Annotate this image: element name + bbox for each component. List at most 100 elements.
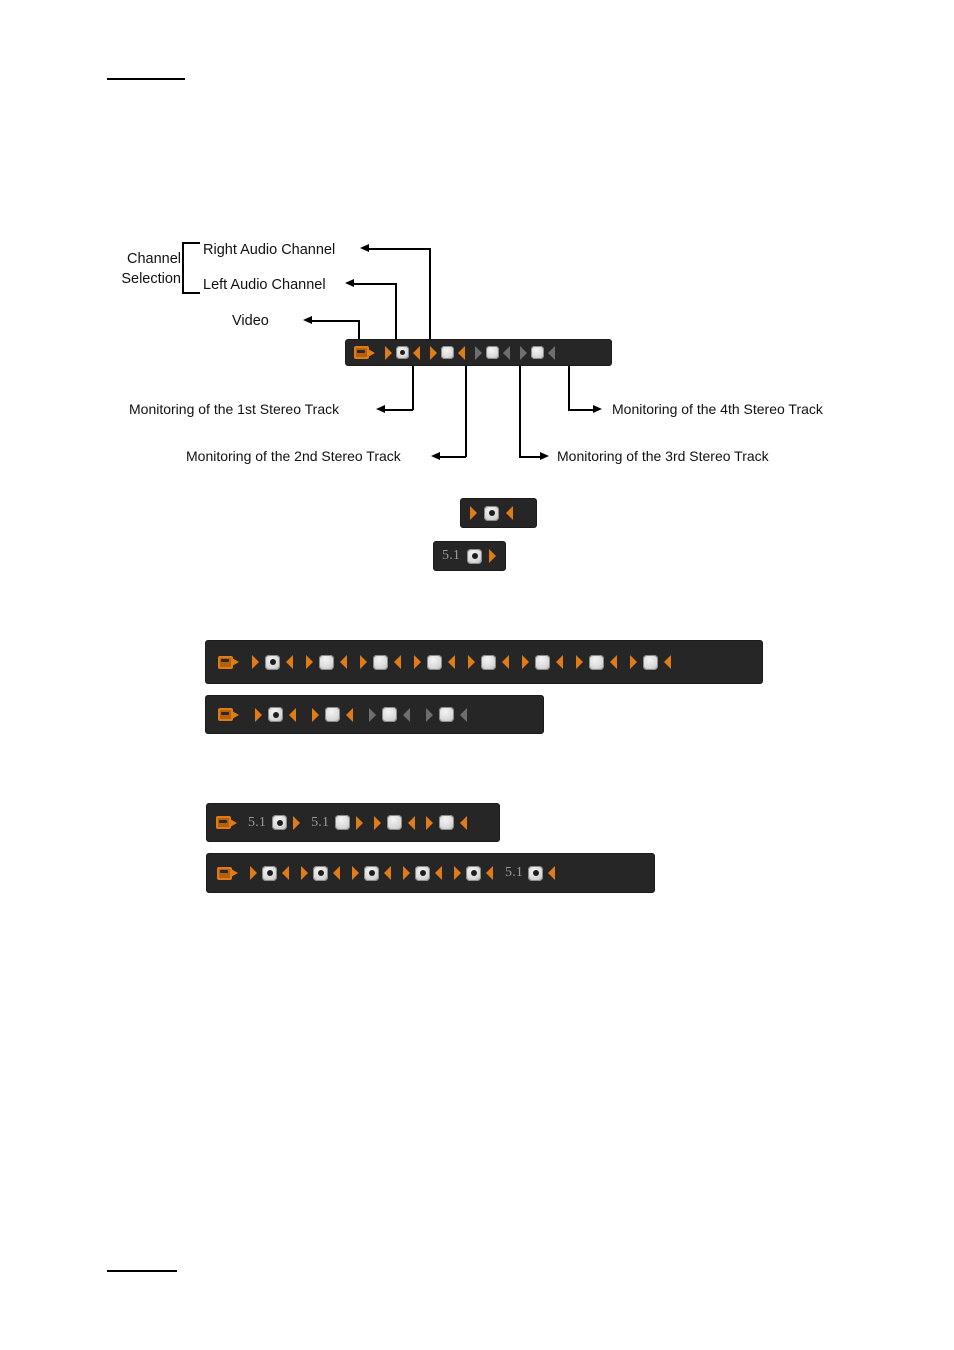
camcorder-icon[interactable] — [216, 816, 237, 829]
monitor-toggle-button[interactable] — [643, 654, 658, 670]
stereo-monitor-group[interactable] — [255, 707, 296, 722]
monitor-toggle-button[interactable] — [439, 815, 455, 830]
monitor-toggle-button[interactable] — [319, 654, 334, 670]
speaker-left-icon[interactable] — [403, 866, 410, 880]
speaker-left-icon[interactable] — [468, 655, 475, 669]
monitor-toggle-button[interactable] — [364, 865, 379, 881]
four-stereo-track-toolbar[interactable] — [206, 696, 543, 733]
speaker-left-icon[interactable] — [293, 815, 301, 830]
speaker-left-icon[interactable] — [576, 655, 583, 669]
monitor-toggle-button[interactable] — [466, 865, 481, 881]
speaker-right-icon[interactable] — [286, 655, 293, 669]
monitor-toggle-button[interactable] — [382, 707, 397, 722]
monitor-toggle-button[interactable] — [262, 865, 277, 881]
speaker-left-icon[interactable] — [426, 707, 433, 722]
monitor-toggle-button[interactable] — [535, 654, 550, 670]
speaker-left-icon[interactable] — [430, 345, 437, 360]
camcorder-icon[interactable] — [218, 708, 239, 721]
monitor-toggle-button[interactable] — [589, 654, 604, 670]
speaker-left-icon[interactable] — [385, 345, 392, 360]
monitor-toggle-button[interactable] — [528, 865, 544, 881]
speaker-left-icon[interactable] — [414, 655, 421, 669]
speaker-right-icon[interactable] — [448, 655, 455, 669]
surround-monitor-group[interactable]: 5.1 — [311, 815, 364, 831]
stereo-and-51-toolbar[interactable]: 5.1 — [207, 854, 654, 892]
speaker-right-icon[interactable] — [384, 866, 391, 880]
speaker-right-icon[interactable] — [394, 655, 401, 669]
speaker-left-icon[interactable] — [470, 506, 477, 520]
stereo-monitor-group[interactable] — [414, 654, 455, 670]
stereo-monitor-group[interactable] — [426, 815, 468, 830]
speaker-left-icon[interactable] — [306, 655, 313, 669]
eight-stereo-track-toolbar[interactable] — [206, 641, 762, 683]
speaker-right-icon[interactable] — [333, 866, 340, 880]
stereo-monitor-group[interactable] — [360, 654, 401, 670]
speaker-right-icon[interactable] — [289, 707, 296, 722]
speaker-right-icon[interactable] — [548, 345, 555, 360]
stereo-monitor-group[interactable] — [352, 865, 391, 881]
stereo-monitor-group[interactable] — [454, 865, 493, 881]
speaker-right-icon[interactable] — [664, 655, 671, 669]
camcorder-icon[interactable] — [218, 655, 239, 669]
monitor-toggle-button[interactable] — [484, 505, 499, 521]
monitor-toggle-button[interactable] — [439, 707, 454, 722]
monitor-toggle-button[interactable] — [481, 654, 496, 670]
stereo-monitor-group[interactable] — [369, 707, 410, 722]
stereo-monitor-group[interactable] — [630, 654, 671, 670]
stereo-monitor-group[interactable] — [576, 654, 617, 670]
speaker-left-icon[interactable] — [475, 345, 482, 360]
speaker-right-icon[interactable] — [282, 866, 289, 880]
speaker-right-icon[interactable] — [548, 866, 556, 880]
stereo-monitor-group[interactable] — [522, 654, 563, 670]
speaker-left-icon[interactable] — [360, 655, 367, 669]
speaker-left-icon[interactable] — [374, 815, 382, 830]
monitor-toggle-button[interactable] — [325, 707, 340, 722]
stereo-monitor-group[interactable] — [374, 815, 416, 830]
surround-monitor-group[interactable]: 5.1 — [505, 865, 556, 881]
speaker-left-icon[interactable] — [250, 866, 257, 880]
speaker-right-icon[interactable] — [403, 707, 410, 722]
speaker-left-icon[interactable] — [630, 655, 637, 669]
monitor-toggle-button[interactable] — [415, 865, 430, 881]
speaker-left-icon[interactable] — [301, 866, 308, 880]
speaker-left-icon[interactable] — [252, 655, 259, 669]
speaker-left-icon[interactable] — [255, 707, 262, 722]
stereo-monitor-group[interactable] — [520, 345, 555, 360]
stereo-monitor-group[interactable] — [475, 345, 510, 360]
speaker-left-icon[interactable] — [356, 815, 364, 830]
speaker-right-icon[interactable] — [610, 655, 617, 669]
monitor-toggle-button[interactable] — [396, 346, 409, 359]
single-51-group-sample[interactable]: 5.1 — [434, 542, 505, 570]
speaker-right-icon[interactable] — [556, 655, 563, 669]
speaker-left-icon[interactable] — [369, 707, 376, 722]
monitor-toggle-button[interactable] — [272, 815, 288, 830]
speaker-right-icon[interactable] — [460, 815, 468, 830]
speaker-right-icon[interactable] — [458, 345, 465, 360]
speaker-right-icon[interactable] — [506, 506, 513, 520]
stereo-monitor-group[interactable] — [468, 654, 509, 670]
monitor-toggle-button[interactable] — [313, 865, 328, 881]
monitor-toggle-button[interactable] — [441, 346, 454, 359]
speaker-left-icon[interactable] — [312, 707, 319, 722]
speaker-right-icon[interactable] — [408, 815, 416, 830]
51-and-stereo-toolbar[interactable]: 5.1 5.1 — [207, 804, 499, 841]
monitor-toggle-button[interactable] — [531, 346, 544, 359]
surround-monitor-group[interactable]: 5.1 — [442, 548, 497, 564]
stereo-monitor-group[interactable] — [306, 654, 347, 670]
speaker-right-icon[interactable] — [435, 866, 442, 880]
monitor-toggle-button[interactable] — [335, 815, 351, 830]
speaker-right-icon[interactable] — [486, 866, 493, 880]
speaker-left-icon[interactable] — [454, 866, 461, 880]
monitor-toggle-button[interactable] — [265, 654, 280, 670]
monitor-toggle-button[interactable] — [268, 707, 283, 722]
speaker-left-icon[interactable] — [522, 655, 529, 669]
stereo-monitor-group[interactable] — [403, 865, 442, 881]
stereo-monitor-group[interactable] — [312, 707, 353, 722]
speaker-left-icon[interactable] — [352, 866, 359, 880]
monitor-toggle-button[interactable] — [467, 548, 483, 564]
speaker-right-icon[interactable] — [460, 707, 467, 722]
monitor-toggle-button[interactable] — [387, 815, 403, 830]
annotated-audio-monitoring-toolbar[interactable] — [346, 340, 611, 365]
speaker-right-icon[interactable] — [502, 655, 509, 669]
camcorder-icon[interactable] — [217, 866, 238, 880]
